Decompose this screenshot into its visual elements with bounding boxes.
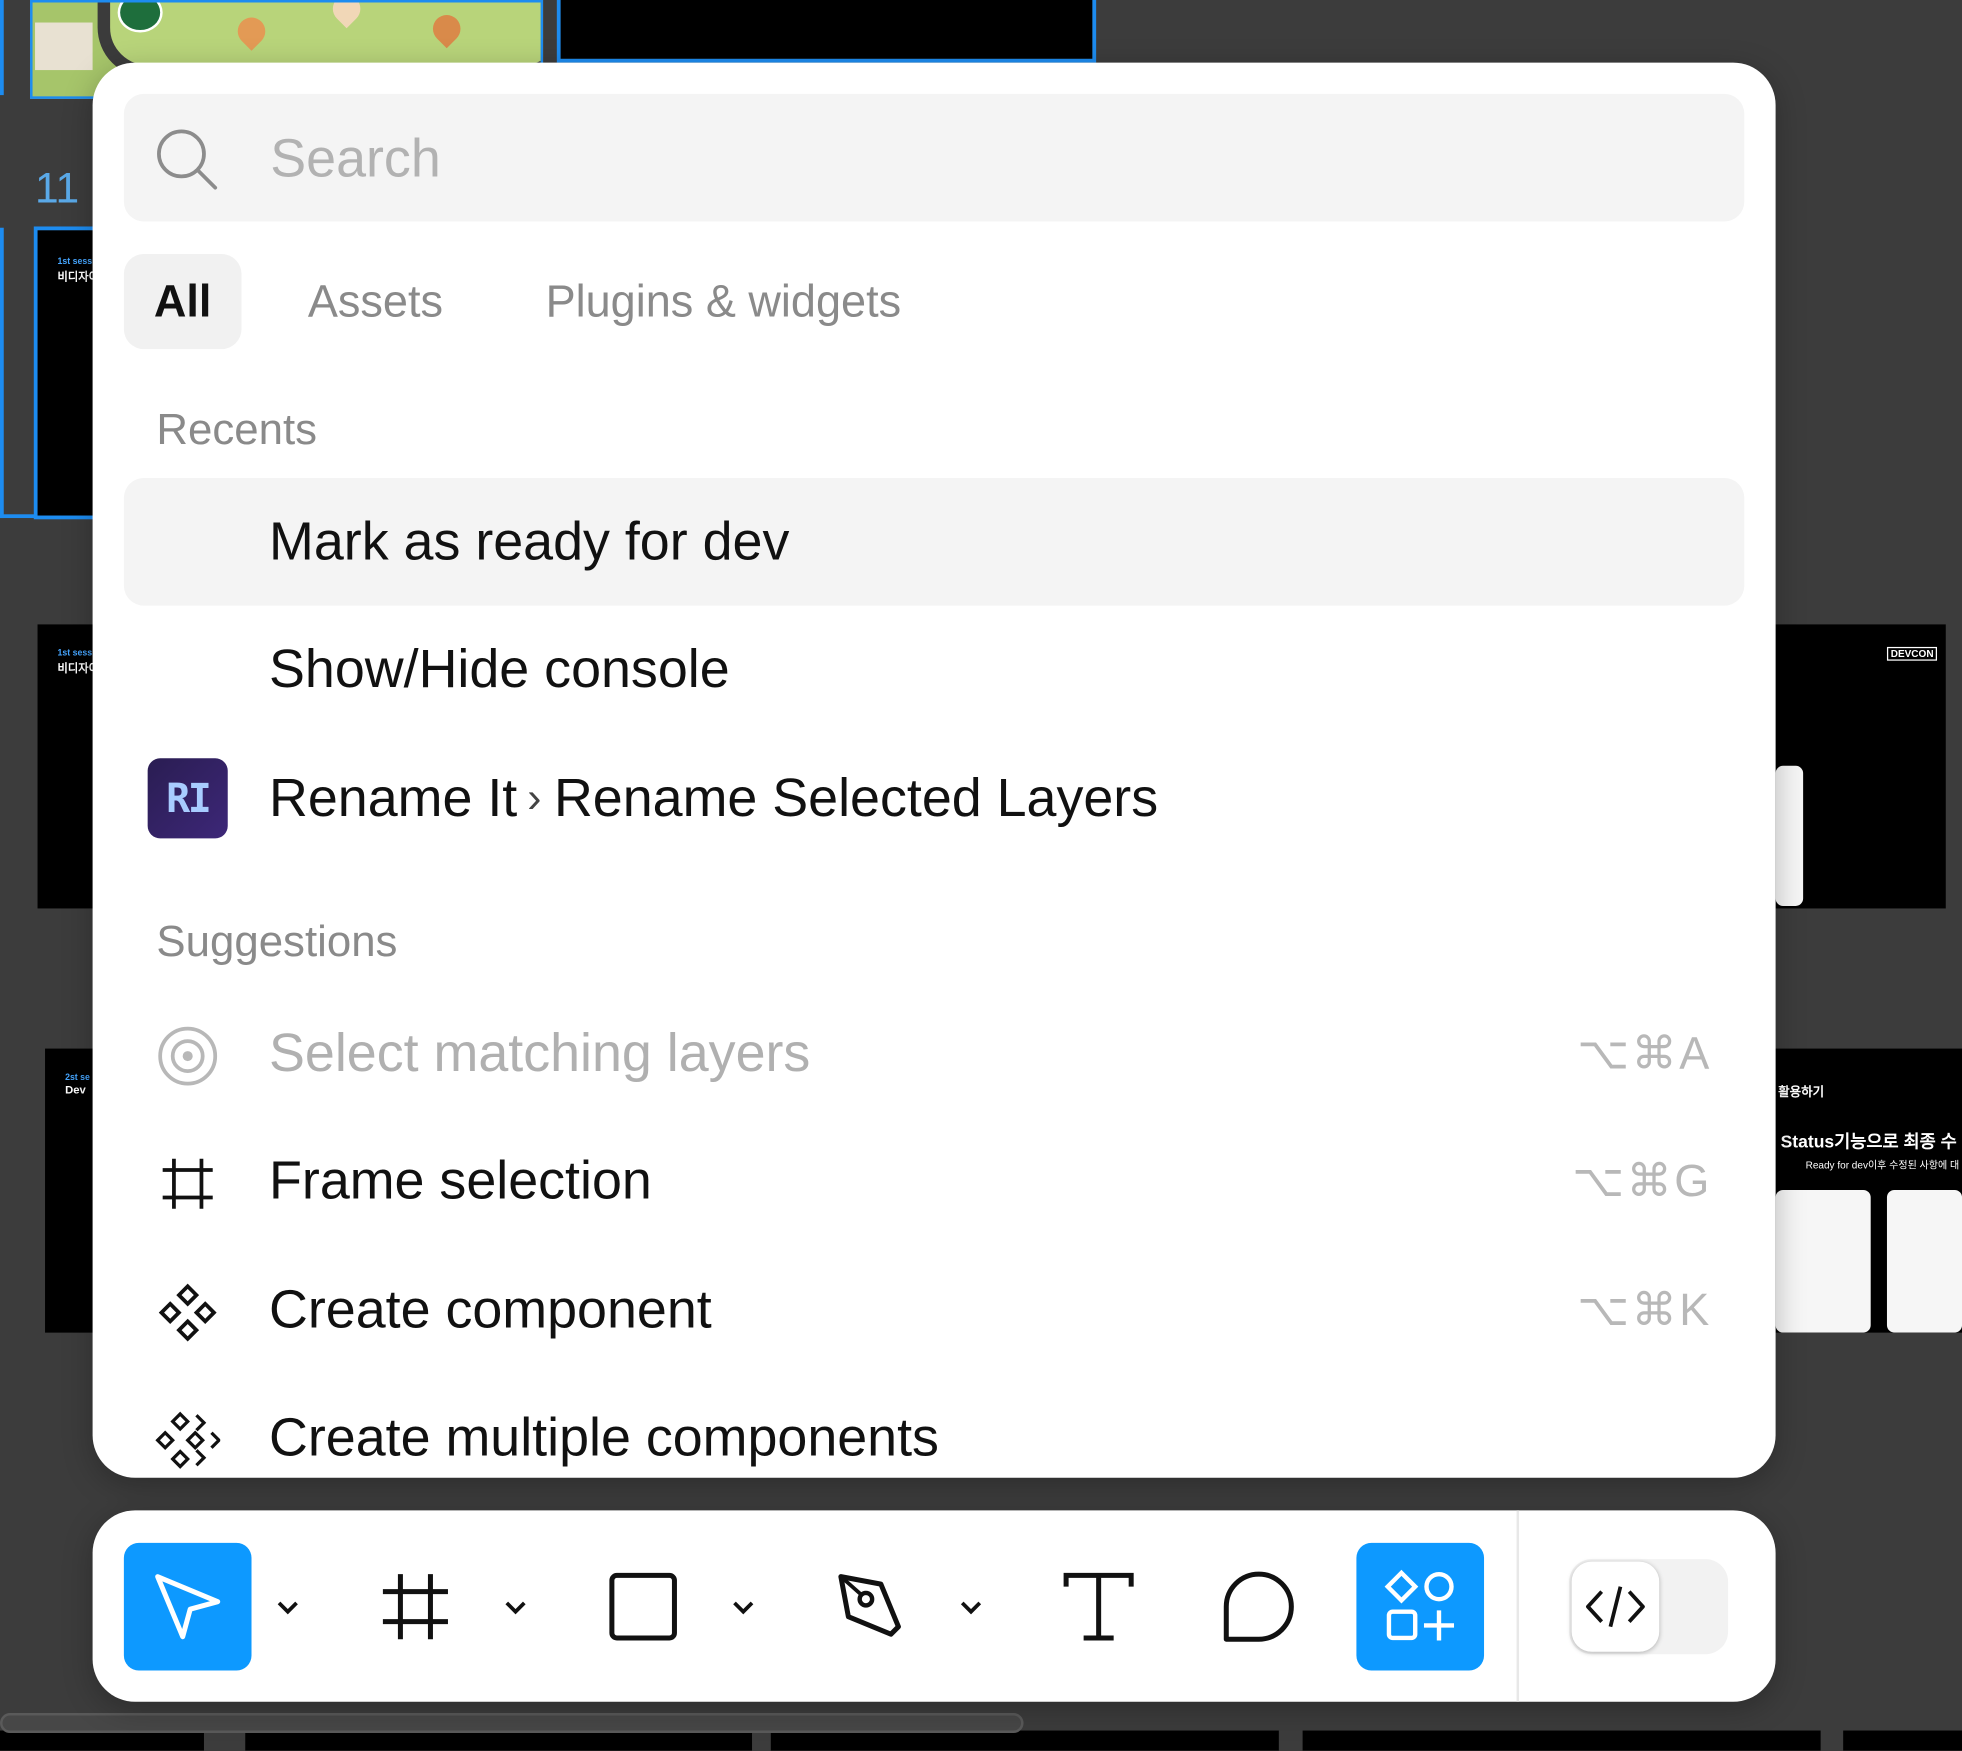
text-icon [1063,1572,1134,1641]
selection-outline [0,227,4,519]
rename-it-plugin-icon: RI [147,758,228,839]
canvas-frame-bottom[interactable] [0,1730,204,1751]
recent-item-rename-selected-layers[interactable]: RI Rename It › Rename Selected Layers [124,735,1744,863]
canvas-horizontal-scrollbar[interactable] [0,1713,1024,1734]
comment-bubble-icon [1223,1571,1294,1642]
pen-icon [838,1574,901,1637]
dev-mode-toggle-knob [1571,1561,1660,1652]
shape-tool-button[interactable] [579,1543,707,1671]
plugin-command-name: Rename Selected Layers [553,768,1159,829]
rectangle-icon [609,1572,677,1641]
suggestion-label: Select matching layers [269,1023,811,1084]
recent-item-label: Show/Hide console [269,639,730,700]
selection-outline [0,0,4,96]
command-palette: All Assets Plugins & widgets Recents Mar… [92,62,1776,1478]
recent-item-show-hide-console[interactable]: Show/Hide console [124,606,1744,734]
tab-all[interactable]: All [123,254,242,350]
recent-item-label: Rename It › Rename Selected Layers [269,735,1158,863]
shortcut-hint: ⌥⌘A [1577,1027,1712,1079]
search-box[interactable] [123,93,1745,222]
search-input[interactable] [267,118,1712,199]
toolbar-divider [1516,1510,1520,1702]
code-brackets-icon [1586,1586,1645,1628]
pen-tool-dropdown-chevron-icon[interactable] [952,1588,990,1626]
frame-artwork-building [35,22,93,71]
canvas-frame-bottom[interactable] [245,1730,753,1751]
dev-mode-toggle[interactable] [1569,1559,1729,1655]
frame-session-label: 1st sess [57,649,93,659]
multiple-components-icon [155,1411,221,1469]
actions-tool-button[interactable] [1356,1542,1485,1671]
shapes-plus-icon [1384,1569,1455,1641]
pen-tool-button[interactable] [807,1543,935,1671]
suggestion-create-multiple-components[interactable]: Create multiple components [124,1374,1744,1478]
shortcut-hint: ⌥⌘G [1572,1154,1712,1207]
suggestion-label: Create multiple components [269,1407,939,1468]
suggestion-label: Create component [269,1280,712,1341]
selection-outline [0,514,38,519]
section-title-recents: Recents [156,405,318,455]
frame-subline: Ready for dev이후 수정된 사항에 대 [1805,1159,1960,1172]
plugin-name: Rename It [269,768,518,829]
shape-tool-dropdown-chevron-icon[interactable] [725,1588,763,1626]
shortcut-hint: ⌥⌘K [1577,1283,1712,1336]
component-icon [158,1283,217,1342]
frame-tool-dropdown-chevron-icon[interactable] [497,1588,535,1626]
suggestion-select-matching-layers[interactable]: Select matching layers ⌥⌘A [124,990,1744,1118]
canvas-frame-top[interactable] [556,0,1097,63]
target-icon [158,1026,218,1086]
suggestion-create-component[interactable]: Create component ⌥⌘K [124,1246,1744,1374]
canvas-frame-right-1[interactable]: DEVCON [1775,624,1946,909]
frame-headline: Status기능으로 최종 수 [1780,1131,1957,1152]
frame-session-label: 1st sess [57,257,93,267]
suggestion-label: Frame selection [269,1151,652,1212]
canvas-frame-bottom[interactable] [1843,1730,1962,1751]
cursor-arrow-icon [155,1574,221,1640]
frame-session-label: 2st se [65,1073,90,1083]
recent-item-label: Mark as ready for dev [269,511,790,572]
search-icon [157,129,218,190]
canvas-frame-right-2[interactable]: 활용하기 Status기능으로 최종 수 Ready for dev이후 수정된… [1775,1048,1962,1333]
bottom-toolbar [92,1510,1776,1702]
frame-artwork-phone [1775,1189,1871,1333]
recent-item-mark-ready-for-dev[interactable]: Mark as ready for dev [123,477,1745,606]
frame-small-title: 활용하기 [1778,1086,1825,1100]
move-tool-button[interactable] [123,1542,252,1671]
comment-tool-button[interactable] [1195,1543,1323,1671]
frame-artwork-phone [1775,765,1804,906]
frame-title-label: Dev [65,1083,86,1097]
frame-icon [382,1574,448,1640]
suggestion-frame-selection[interactable]: Frame selection ⌥⌘G [124,1117,1744,1245]
frame-artwork-phone [1886,1189,1962,1333]
chevron-right-icon: › [527,774,542,823]
move-tool-dropdown-chevron-icon[interactable] [269,1588,307,1626]
frame-tool-button[interactable] [352,1543,480,1671]
frame-number-label: 11 [35,165,80,213]
tab-assets[interactable]: Assets [308,254,443,349]
canvas-frame-bottom[interactable] [1302,1730,1821,1751]
canvas-frame-bottom[interactable] [770,1730,1279,1751]
tab-plugins-widgets[interactable]: Plugins & widgets [546,254,902,349]
devcon-logo: DEVCON [1886,646,1938,661]
section-title-suggestions: Suggestions [156,917,398,967]
frame-icon [162,1158,213,1209]
text-tool-button[interactable] [1035,1543,1163,1671]
